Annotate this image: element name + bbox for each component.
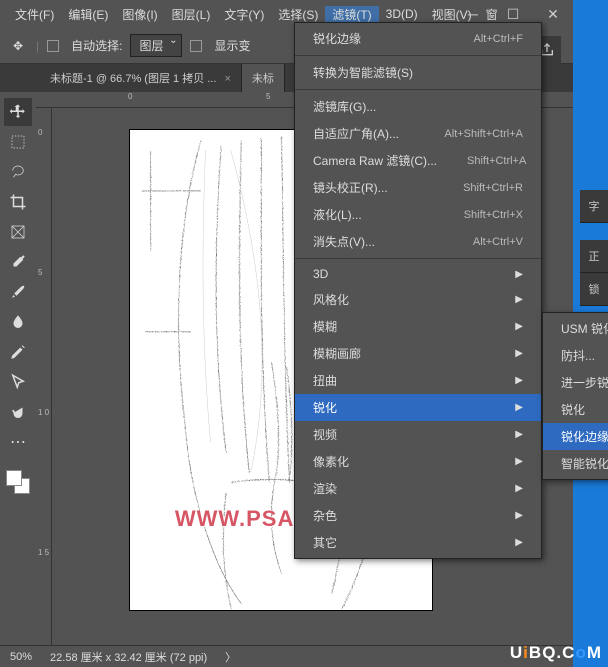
right-panels-2: 正 锁 [580,240,608,306]
menu-convert-smart[interactable]: 转换为智能滤镜(S) [295,59,541,86]
menu-item-液化(L)...[interactable]: 液化(L)...Shift+Ctrl+X [295,201,541,228]
menu-sub-杂色[interactable]: 杂色▶ [295,502,541,529]
submenu-防抖...[interactable]: 防抖... [543,342,608,369]
fg-color[interactable] [6,470,22,486]
menu-filter[interactable]: 滤镜(T) [325,6,378,23]
corner-watermark: UiBQ.CoM [510,643,602,663]
marquee-tool[interactable] [4,128,32,156]
filter-menu: 锐化边缘Alt+Ctrl+F 转换为智能滤镜(S) 滤镜库(G)...自适应广角… [294,22,542,559]
submenu-锐化[interactable]: 锐化 [543,396,608,423]
submenu-USM 锐化[interactable]: USM 锐化 [543,315,608,342]
menu-sub-锐化[interactable]: 锐化▶ [295,394,541,421]
panel-tab-2[interactable]: 正 [580,240,608,273]
auto-select-label: 自动选择: [71,37,122,54]
move-tool-icon: ✥ [8,36,28,56]
auto-select-checkbox[interactable] [47,40,59,52]
panel-tab-1[interactable]: 字 [580,190,608,223]
doc-dimensions: 22.58 厘米 x 32.42 厘米 (72 ppi) [50,649,207,665]
crop-tool[interactable] [4,188,32,216]
menu-sub-视频[interactable]: 视频▶ [295,421,541,448]
submenu-智能锐化[interactable]: 智能锐化 [543,450,608,477]
menu-file[interactable]: 文件(F) [8,6,61,23]
color-swatches[interactable] [4,468,32,496]
menu-last-filter[interactable]: 锐化边缘Alt+Ctrl+F [295,25,541,52]
menu-type[interactable]: 文字(Y) [217,6,271,23]
menu-edit[interactable]: 编辑(E) [61,6,115,23]
close-icon[interactable]: × [224,73,230,85]
layer-dropdown[interactable]: 图层 [130,34,182,57]
eyedropper-tool[interactable] [4,248,32,276]
sharpen-submenu: USM 锐化防抖...进一步锐化锐化锐化边缘智能锐化 [542,312,608,480]
menu-sub-3D[interactable]: 3D▶ [295,262,541,286]
menu-sub-风格化[interactable]: 风格化▶ [295,286,541,313]
submenu-进一步锐化[interactable]: 进一步锐化 [543,369,608,396]
menu-sub-渲染[interactable]: 渲染▶ [295,475,541,502]
menu-select[interactable]: 选择(S) [271,6,325,23]
path-select-tool[interactable] [4,368,32,396]
menu-layer[interactable]: 图层(L) [165,6,218,23]
menu-sub-其它[interactable]: 其它▶ [295,529,541,556]
hand-tool[interactable] [4,398,32,426]
status-arrow-icon[interactable]: 〉 [225,649,236,665]
menu-sub-模糊[interactable]: 模糊▶ [295,313,541,340]
menu-item-消失点(V)...[interactable]: 消失点(V)...Alt+Ctrl+V [295,228,541,255]
right-panels: 字 [580,190,608,223]
frame-tool[interactable] [4,218,32,246]
statusbar: 50% 22.58 厘米 x 32.42 厘米 (72 ppi) 〉 [0,645,573,667]
ruler-vertical: 0 5 1 0 1 5 [36,108,52,645]
blur-tool[interactable] [4,308,32,336]
brush-tool[interactable] [4,278,32,306]
lasso-tool[interactable] [4,158,32,186]
menu-item-镜头校正(R)...[interactable]: 镜头校正(R)...Shift+Ctrl+R [295,174,541,201]
show-transform-checkbox[interactable] [190,40,202,52]
menu-image[interactable]: 图像(I) [115,6,164,23]
more-tools[interactable]: ⋯ [4,428,32,456]
menu-item-Camera Raw 滤镜(C)...[interactable]: Camera Raw 滤镜(C)...Shift+Ctrl+A [295,147,541,174]
tab-doc-2[interactable]: 未标 [242,64,285,92]
panel-tab-3[interactable]: 锁 [580,273,608,306]
menu-sub-模糊画廊[interactable]: 模糊画廊▶ [295,340,541,367]
show-transform-label: 显示变 [214,37,250,54]
menu-sub-扭曲[interactable]: 扭曲▶ [295,367,541,394]
menu-3d[interactable]: 3D(D) [379,7,425,21]
menu-item-滤镜库(G)...[interactable]: 滤镜库(G)... [295,93,541,120]
pen-tool[interactable] [4,338,32,366]
zoom-level[interactable]: 50% [10,651,32,663]
toolbox: ⋯ [0,92,36,645]
menu-item-自适应广角(A)...[interactable]: 自适应广角(A)...Alt+Shift+Ctrl+A [295,120,541,147]
tab-doc-1[interactable]: 未标题-1 @ 66.7% (图层 1 拷贝 ...× [40,64,242,92]
menu-sub-像素化[interactable]: 像素化▶ [295,448,541,475]
move-tool[interactable] [4,98,32,126]
submenu-锐化边缘[interactable]: 锐化边缘 [543,423,608,450]
